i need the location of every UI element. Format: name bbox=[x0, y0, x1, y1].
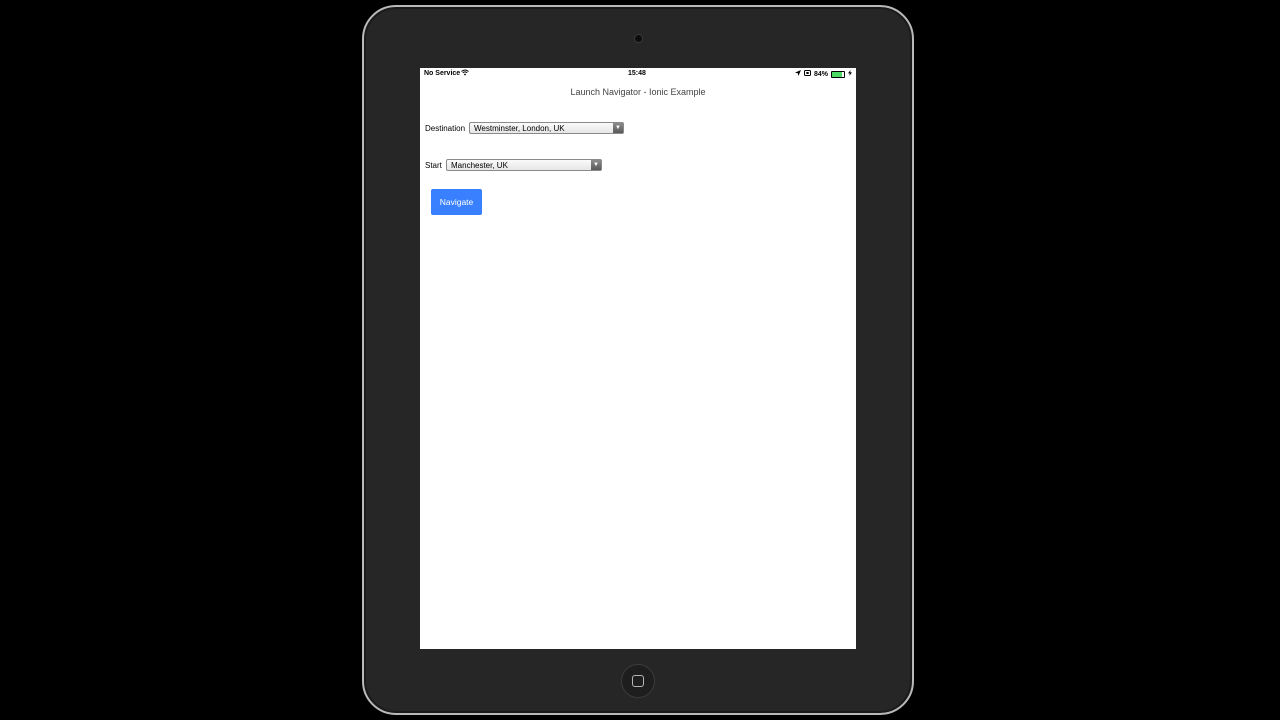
battery-level-fill bbox=[832, 71, 843, 77]
start-select[interactable]: Manchester, UK ▼ bbox=[446, 159, 602, 171]
destination-label: Destination bbox=[425, 124, 466, 133]
home-button[interactable] bbox=[621, 664, 655, 698]
battery-percent: 84% bbox=[813, 70, 828, 78]
home-button-icon bbox=[632, 675, 644, 687]
page-title: Launch Navigator - Ionic Example bbox=[570, 87, 706, 97]
status-bar: No Service 15:48 84% bbox=[420, 68, 856, 80]
location-arrow-icon bbox=[794, 70, 801, 78]
start-label: Start bbox=[425, 161, 442, 170]
battery-icon bbox=[831, 70, 845, 78]
charging-bolt-icon bbox=[848, 70, 852, 78]
orientation-lock-icon bbox=[803, 70, 811, 78]
clock-time: 15:48 bbox=[628, 70, 646, 77]
chevron-down-icon: ▼ bbox=[591, 160, 601, 170]
destination-select[interactable]: Westminster, London, UK ▼ bbox=[469, 122, 624, 134]
chevron-down-icon: ▼ bbox=[613, 123, 623, 133]
carrier-label: No Service bbox=[424, 70, 461, 77]
wifi-icon bbox=[461, 69, 469, 78]
navigate-button[interactable]: Navigate bbox=[431, 189, 482, 215]
front-camera bbox=[634, 34, 643, 43]
start-select-value: Manchester, UK bbox=[451, 161, 508, 170]
status-right-group: 84% bbox=[794, 70, 852, 78]
destination-select-value: Westminster, London, UK bbox=[474, 124, 565, 133]
app-screen: No Service 15:48 84% Launch Navigator - … bbox=[420, 68, 856, 649]
